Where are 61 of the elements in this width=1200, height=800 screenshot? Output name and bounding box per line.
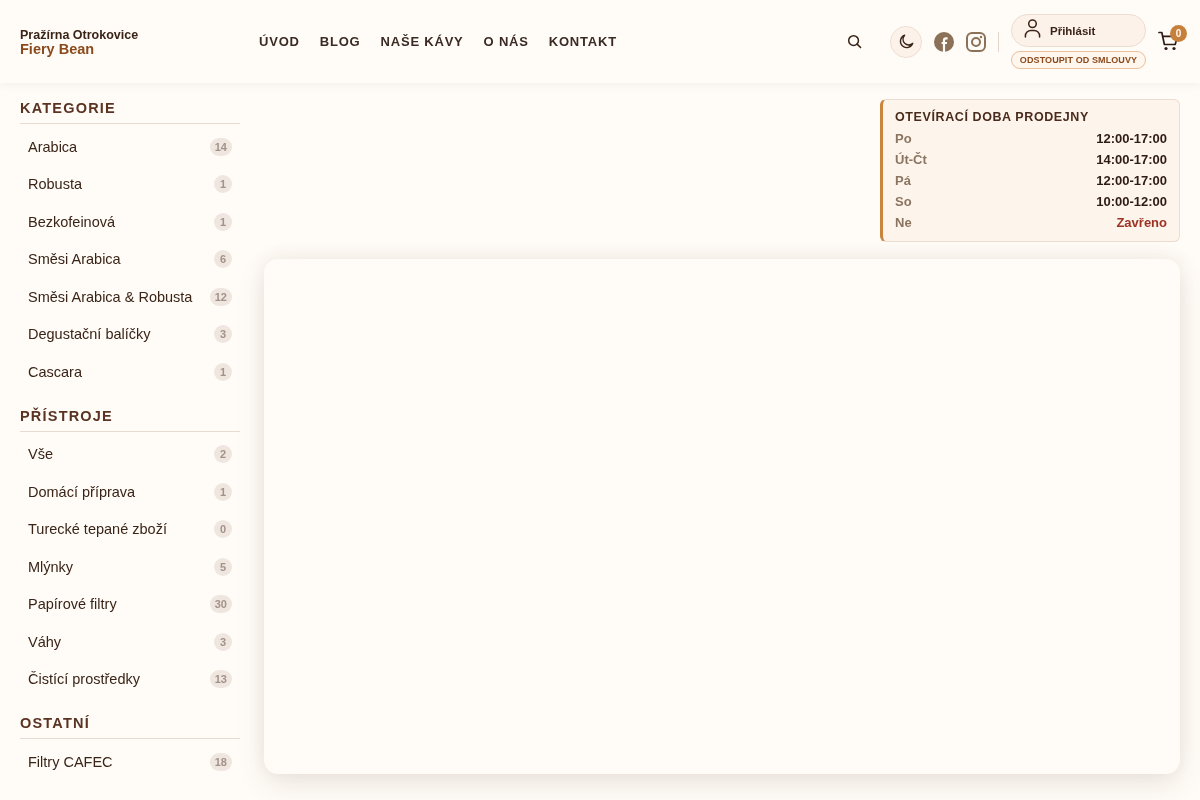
nav-link[interactable]: KONTAKT [548,33,617,50]
count-badge: 3 [214,632,232,651]
day-label: Út-Čt [895,151,927,169]
count-badge: 18 [209,752,232,771]
category-link[interactable]: Vše 2 [20,435,240,473]
category-link[interactable]: Váhy 3 [20,623,240,661]
theme-toggle-button[interactable] [890,25,922,58]
login-button[interactable]: Přihlásit [1011,14,1146,47]
hours-value: 12:00-17:00 [1096,172,1167,190]
search-icon[interactable] [847,34,862,49]
category-link[interactable]: Degustační balíčky 3 [20,315,240,353]
count-badge: 1 [214,212,232,231]
category-link[interactable]: Domácí příprava 1 [20,473,240,511]
count-badge: 14 [209,137,232,156]
count-badge: 1 [214,362,232,381]
count-badge: 13 [209,670,232,689]
hours-value: Zavřeno [1116,214,1167,232]
day-label: Ne [895,214,912,232]
hours-value: 10:00-12:00 [1096,193,1167,211]
category-link[interactable]: Papírové filtry 30 [20,585,240,623]
category-link[interactable]: Čistící prostředky 13 [20,660,240,698]
category-link[interactable]: Robusta 1 [20,165,240,203]
count-badge: 0 [214,520,232,539]
category-link[interactable]: Bezkofeinová 1 [20,203,240,241]
nav-link[interactable]: O NÁS [483,33,529,50]
facebook-icon[interactable] [934,31,954,52]
day-label: Po [895,130,912,148]
brand-name-link[interactable]: Fiery Bean [20,41,95,57]
category-link[interactable]: Cascara 1 [20,353,240,391]
moon-icon [898,34,914,49]
hours-title: OTEVÍRACÍ DOBA PRODEJNY [895,109,1090,125]
cart-count-badge: 0 [1170,24,1187,42]
instagram-icon[interactable] [966,31,986,52]
section-heading: PŘÍSTROJE [20,407,240,432]
category-link[interactable]: Směsi Arabica 6 [20,240,240,278]
withdraw-button[interactable]: ODSTOUPIT OD SMLOUVY [1011,51,1146,69]
category-link[interactable]: Filtry CAFEC 18 [20,743,240,781]
category-link[interactable]: Směsi Arabica & Robusta 12 [20,278,240,316]
count-badge: 12 [209,287,232,306]
cart-icon[interactable] [1158,30,1180,51]
count-badge: 6 [214,250,232,269]
nav-link[interactable]: ÚVOD [259,33,300,50]
day-label: Pá [895,172,911,190]
day-label: So [895,193,912,211]
hours-value: 12:00-17:00 [1096,130,1167,148]
count-badge: 2 [214,445,232,464]
hours-value: 14:00-17:00 [1096,151,1167,169]
brand-subtitle: Pražírna Otrokovice [20,27,139,42]
nav-link[interactable]: NAŠE KÁVY [380,33,464,50]
category-link[interactable]: Turecké tepané zboží 0 [20,510,240,548]
count-badge: 5 [214,557,232,576]
nav-link[interactable]: BLOG [319,33,361,50]
count-badge: 1 [214,175,232,194]
section-heading: KATEGORIE [20,100,240,124]
user-icon [1024,19,1041,38]
count-badge: 30 [209,595,232,614]
category-link[interactable]: Arabica 14 [20,128,240,166]
section-heading: OSTATNÍ [20,715,240,739]
category-link[interactable]: Mlýnky 5 [20,548,240,586]
count-badge: 1 [214,482,232,501]
count-badge: 3 [214,325,232,344]
